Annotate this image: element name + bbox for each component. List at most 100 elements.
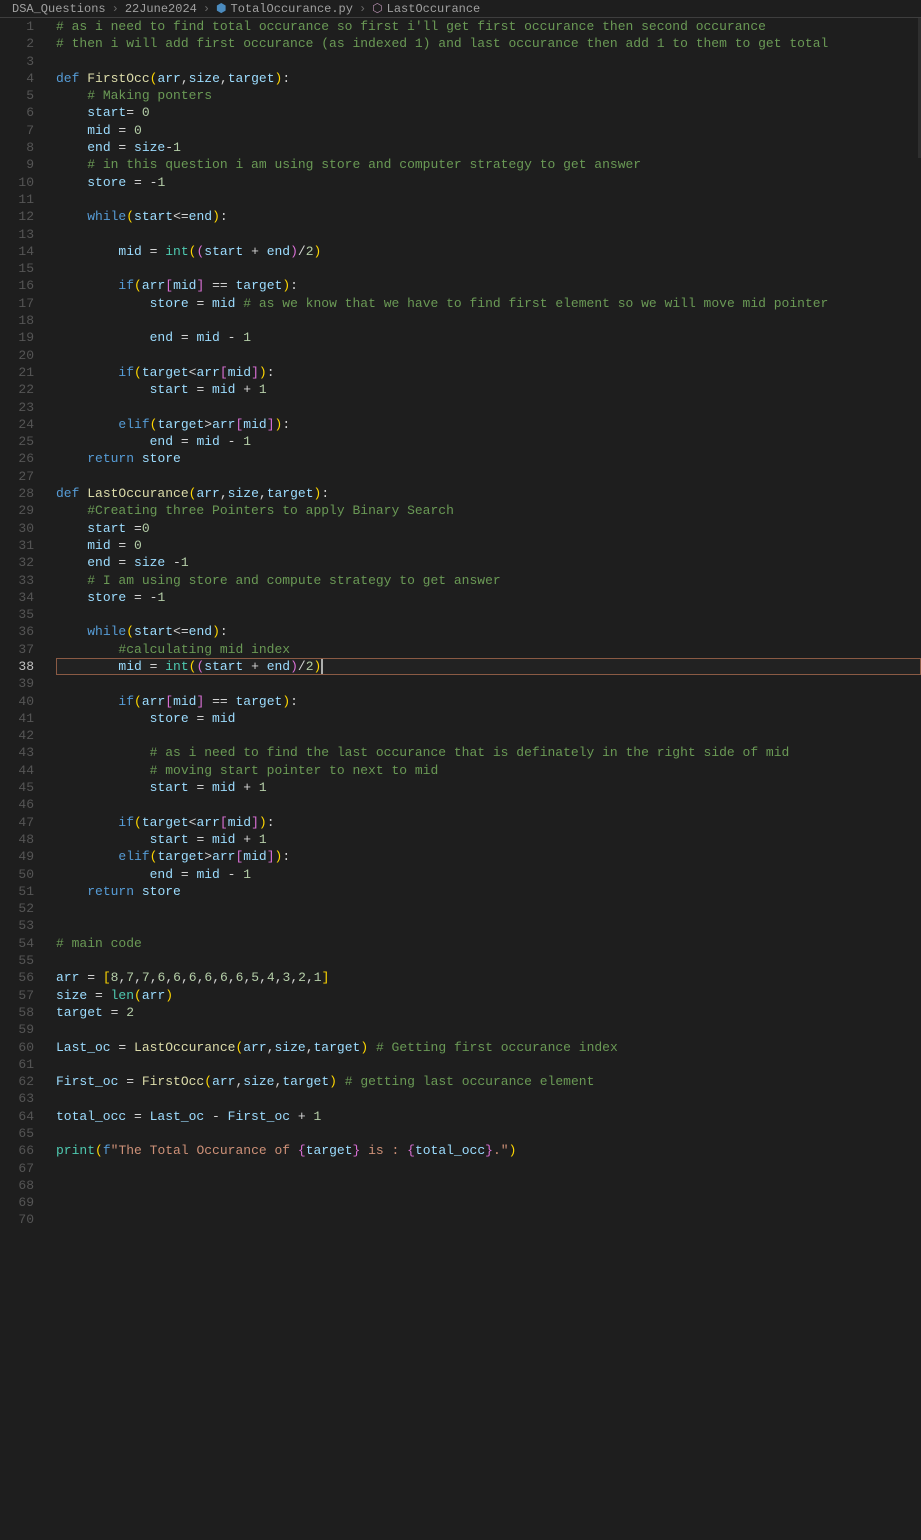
line-number[interactable]: 7: [0, 122, 34, 139]
code-line[interactable]: First_oc = FirstOcc(arr,size,target) # g…: [56, 1073, 921, 1090]
code-line[interactable]: # I am using store and compute strategy …: [56, 572, 921, 589]
line-number[interactable]: 30: [0, 520, 34, 537]
line-number[interactable]: 21: [0, 364, 34, 381]
line-number[interactable]: 36: [0, 623, 34, 640]
line-number[interactable]: 45: [0, 779, 34, 796]
code-line[interactable]: [56, 1021, 921, 1038]
code-line[interactable]: mid = 0: [56, 537, 921, 554]
breadcrumb-file[interactable]: TotalOccurance.py: [231, 2, 353, 16]
code-line[interactable]: [56, 191, 921, 208]
line-number[interactable]: 37: [0, 641, 34, 658]
code-line[interactable]: # then i will add first occurance (as in…: [56, 35, 921, 52]
code-line[interactable]: [56, 1090, 921, 1107]
line-number[interactable]: 38: [0, 658, 34, 675]
line-number[interactable]: 12: [0, 208, 34, 225]
line-number[interactable]: 70: [0, 1211, 34, 1228]
code-line[interactable]: #calculating mid index: [56, 641, 921, 658]
line-number[interactable]: 49: [0, 848, 34, 865]
breadcrumb-folder[interactable]: DSA_Questions: [12, 2, 106, 16]
line-number[interactable]: 66: [0, 1142, 34, 1159]
code-line[interactable]: [56, 900, 921, 917]
line-number[interactable]: 59: [0, 1021, 34, 1038]
code-line[interactable]: # in this question i am using store and …: [56, 156, 921, 173]
code-line[interactable]: end = size-1: [56, 139, 921, 156]
breadcrumb[interactable]: DSA_Questions › 22June2024 › ⬢ TotalOccu…: [0, 0, 921, 18]
line-number[interactable]: 50: [0, 866, 34, 883]
line-number[interactable]: 2: [0, 35, 34, 52]
code-line[interactable]: store = mid # as we know that we have to…: [56, 295, 921, 312]
code-line[interactable]: end = mid - 1: [56, 866, 921, 883]
code-line[interactable]: mid = 0: [56, 122, 921, 139]
code-line[interactable]: [56, 53, 921, 70]
code-line[interactable]: # main code: [56, 935, 921, 952]
code-line[interactable]: if(arr[mid] == target):: [56, 693, 921, 710]
code-line[interactable]: start = mid + 1: [56, 779, 921, 796]
code-line[interactable]: total_occ = Last_oc - First_oc + 1: [56, 1108, 921, 1125]
line-number[interactable]: 51: [0, 883, 34, 900]
code-line[interactable]: [56, 226, 921, 243]
line-number[interactable]: 61: [0, 1056, 34, 1073]
line-number[interactable]: 56: [0, 969, 34, 986]
code-line[interactable]: end = size -1: [56, 554, 921, 571]
code-line[interactable]: target = 2: [56, 1004, 921, 1021]
line-number[interactable]: 15: [0, 260, 34, 277]
code-line[interactable]: size = len(arr): [56, 987, 921, 1004]
line-number[interactable]: 42: [0, 727, 34, 744]
code-line[interactable]: while(start<=end):: [56, 208, 921, 225]
line-number[interactable]: 22: [0, 381, 34, 398]
code-line[interactable]: [56, 1211, 921, 1228]
line-number[interactable]: 67: [0, 1160, 34, 1177]
line-number[interactable]: 54: [0, 935, 34, 952]
line-number[interactable]: 25: [0, 433, 34, 450]
code-line[interactable]: elif(target>arr[mid]):: [56, 848, 921, 865]
code-line[interactable]: [56, 347, 921, 364]
code-line[interactable]: [56, 1056, 921, 1073]
line-number[interactable]: 68: [0, 1177, 34, 1194]
code-line[interactable]: [56, 399, 921, 416]
code-line[interactable]: elif(target>arr[mid]):: [56, 416, 921, 433]
code-line[interactable]: [56, 312, 921, 329]
line-number[interactable]: 34: [0, 589, 34, 606]
line-number[interactable]: 53: [0, 917, 34, 934]
code-line[interactable]: #Creating three Pointers to apply Binary…: [56, 502, 921, 519]
line-number[interactable]: 28: [0, 485, 34, 502]
line-number[interactable]: 6: [0, 104, 34, 121]
line-number[interactable]: 11: [0, 191, 34, 208]
code-line[interactable]: end = mid - 1: [56, 433, 921, 450]
line-number[interactable]: 35: [0, 606, 34, 623]
code-line[interactable]: [56, 1160, 921, 1177]
code-line[interactable]: store = -1: [56, 174, 921, 191]
line-number[interactable]: 46: [0, 796, 34, 813]
code-line[interactable]: [56, 675, 921, 692]
line-number[interactable]: 5: [0, 87, 34, 104]
code-line[interactable]: # Making ponters: [56, 87, 921, 104]
code-line[interactable]: if(target<arr[mid]):: [56, 814, 921, 831]
code-line[interactable]: # as i need to find total occurance so f…: [56, 18, 921, 35]
code-line[interactable]: print(f"The Total Occurance of {target} …: [56, 1142, 921, 1159]
line-number[interactable]: 39: [0, 675, 34, 692]
code-line[interactable]: start = mid + 1: [56, 831, 921, 848]
line-number[interactable]: 31: [0, 537, 34, 554]
line-number[interactable]: 13: [0, 226, 34, 243]
line-number[interactable]: 65: [0, 1125, 34, 1142]
code-line[interactable]: mid = int((start + end)/2): [56, 243, 921, 260]
line-number[interactable]: 62: [0, 1073, 34, 1090]
line-number[interactable]: 48: [0, 831, 34, 848]
code-line[interactable]: return store: [56, 883, 921, 900]
line-number[interactable]: 43: [0, 744, 34, 761]
code-line[interactable]: [56, 1194, 921, 1211]
code-line[interactable]: while(start<=end):: [56, 623, 921, 640]
line-number[interactable]: 52: [0, 900, 34, 917]
line-number[interactable]: 41: [0, 710, 34, 727]
code-line[interactable]: # moving start pointer to next to mid: [56, 762, 921, 779]
code-line[interactable]: start = mid + 1: [56, 381, 921, 398]
code-line[interactable]: mid = int((start + end)/2): [56, 658, 921, 675]
line-number[interactable]: 23: [0, 399, 34, 416]
line-number[interactable]: 9: [0, 156, 34, 173]
code-line[interactable]: def LastOccurance(arr,size,target):: [56, 485, 921, 502]
line-number[interactable]: 20: [0, 347, 34, 364]
line-number[interactable]: 29: [0, 502, 34, 519]
code-line[interactable]: store = -1: [56, 589, 921, 606]
code-line[interactable]: # as i need to find the last occurance t…: [56, 744, 921, 761]
line-number-gutter[interactable]: 1234567891011121314151617181920212223242…: [0, 18, 48, 1229]
